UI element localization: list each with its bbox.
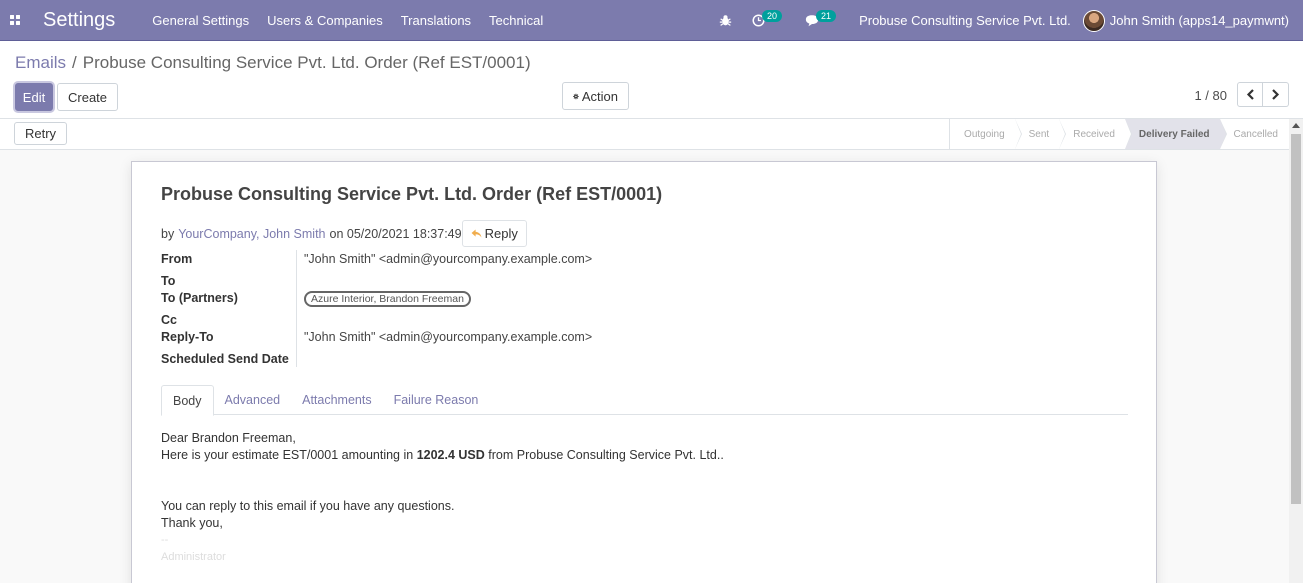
stage-cancelled[interactable]: Cancelled bbox=[1219, 119, 1288, 149]
breadcrumb-separator: / bbox=[72, 53, 77, 72]
apps-menu-icon[interactable] bbox=[0, 0, 30, 41]
activity-count-badge: 20 bbox=[762, 9, 783, 22]
form-background: Probuse Consulting Service Pvt. Ltd. Ord… bbox=[0, 150, 1289, 583]
body-signature: Administrator bbox=[161, 551, 226, 563]
menu-technical[interactable]: Technical bbox=[480, 13, 552, 28]
field-scheduled-send-date: Scheduled Send Date bbox=[161, 352, 296, 366]
app-brand[interactable]: Settings bbox=[43, 9, 115, 32]
body-line-suffix: from Probuse Consulting Service Pvt. Ltd… bbox=[484, 448, 724, 462]
body-reply-note: You can reply to this email if you have … bbox=[161, 499, 455, 513]
scheduled-send-date-label: Scheduled Send Date bbox=[161, 352, 289, 366]
user-menu[interactable]: John Smith (apps14_paymwnt) bbox=[1082, 9, 1289, 32]
menu-users-companies[interactable]: Users & Companies bbox=[258, 13, 392, 28]
to-partners-label: To (Partners) bbox=[161, 291, 238, 305]
reply-button-label: Reply bbox=[484, 226, 518, 241]
debug-bug-icon[interactable] bbox=[719, 14, 732, 27]
reply-to-label: Reply-To bbox=[161, 330, 214, 344]
retry-button[interactable]: Retry bbox=[14, 122, 68, 145]
stage-pipeline: Outgoing Sent Received Delivery Failed C… bbox=[949, 119, 1288, 149]
pager-next-button[interactable] bbox=[1263, 82, 1289, 107]
activity-clock-icon[interactable]: 20 bbox=[752, 9, 785, 27]
partner-tag[interactable]: Azure Interior, Brandon Freeman bbox=[304, 291, 471, 307]
gear-icon bbox=[573, 93, 579, 99]
from-label: From bbox=[161, 252, 193, 266]
body-greeting: Dear Brandon Freeman, bbox=[161, 431, 296, 445]
chevron-left-icon bbox=[1246, 89, 1254, 100]
user-name: John Smith (apps14_paymwnt) bbox=[1109, 13, 1289, 28]
fields-divider bbox=[296, 250, 297, 367]
breadcrumb-emails-link[interactable]: Emails bbox=[15, 53, 66, 72]
edit-button[interactable]: Edit bbox=[15, 83, 53, 111]
from-value: "John Smith" <admin@yourcompany.example.… bbox=[304, 252, 593, 266]
mail-body: Dear Brandon Freeman, Here is your estim… bbox=[161, 430, 724, 566]
tab-body[interactable]: Body bbox=[161, 385, 214, 416]
tab-failure-reason[interactable]: Failure Reason bbox=[383, 385, 490, 415]
action-button-label: Action bbox=[581, 88, 618, 104]
tab-attachments[interactable]: Attachments bbox=[291, 385, 382, 415]
user-avatar bbox=[1082, 9, 1105, 32]
field-reply-to: Reply-To "John Smith" <admin@yourcompany… bbox=[161, 330, 592, 344]
breadcrumb-current: Probuse Consulting Service Pvt. Ltd. Ord… bbox=[82, 53, 531, 72]
mail-subject-title: Probuse Consulting Service Pvt. Ltd. Ord… bbox=[161, 184, 663, 204]
body-signature-separator: -- bbox=[161, 534, 169, 546]
chevron-right-icon bbox=[1272, 89, 1280, 100]
create-button[interactable]: Create bbox=[57, 83, 119, 111]
menu-general-settings[interactable]: General Settings bbox=[143, 13, 258, 28]
stage-outgoing[interactable]: Outgoing bbox=[950, 119, 1022, 149]
scroll-up-arrow-icon[interactable] bbox=[1292, 123, 1300, 128]
vertical-scrollbar[interactable] bbox=[1289, 119, 1303, 583]
to-partners-value: Azure Interior, Brandon Freeman bbox=[304, 291, 471, 307]
stage-received[interactable]: Received bbox=[1059, 119, 1132, 149]
messages-chat-icon[interactable]: 21 bbox=[805, 9, 839, 27]
byline-prefix: by bbox=[161, 226, 175, 241]
mail-byline: by YourCompany, John Smith on 05/20/2021… bbox=[161, 220, 527, 247]
field-from: From "John Smith" <admin@yourcompany.exa… bbox=[161, 252, 592, 266]
pager-previous-button[interactable] bbox=[1237, 82, 1263, 107]
reply-arrow-icon bbox=[471, 226, 482, 241]
mail-date: on 05/20/2021 18:37:49 bbox=[329, 226, 462, 241]
action-button[interactable]: Action bbox=[562, 82, 629, 110]
control-panel: Emails / Probuse Consulting Service Pvt. L… bbox=[0, 41, 1303, 119]
mail-form-sheet: Probuse Consulting Service Pvt. Ltd. Ord… bbox=[131, 161, 1157, 583]
body-thanks: Thank you, bbox=[161, 516, 223, 530]
breadcrumb: Emails / Probuse Consulting Service Pvt. L… bbox=[15, 53, 531, 73]
main-menu: General Settings Users & Companies Trans… bbox=[143, 13, 552, 28]
menu-translations[interactable]: Translations bbox=[392, 13, 480, 28]
cc-label: Cc bbox=[161, 313, 177, 327]
reply-button[interactable]: Reply bbox=[461, 220, 527, 247]
author-link[interactable]: YourCompany, John Smith bbox=[178, 227, 325, 241]
field-to: To bbox=[161, 274, 296, 288]
notebook-tabs: Body Advanced Attachments Failure Reason bbox=[161, 385, 1128, 416]
tab-advanced[interactable]: Advanced bbox=[214, 385, 292, 415]
body-line-prefix: Here is your estimate EST/0001 amounting… bbox=[161, 448, 417, 462]
messages-count-badge: 21 bbox=[816, 9, 837, 22]
to-label: To bbox=[161, 274, 176, 288]
stage-delivery-failed[interactable]: Delivery Failed bbox=[1124, 119, 1227, 149]
scrollbar-thumb[interactable] bbox=[1291, 134, 1301, 504]
reply-to-value: "John Smith" <admin@yourcompany.example.… bbox=[304, 330, 593, 344]
field-to-partners: To (Partners) Azure Interior, Brandon Fr… bbox=[161, 291, 471, 307]
body-line-estimate: Here is your estimate EST/0001 amounting… bbox=[161, 447, 724, 464]
status-bar: Retry Outgoing Sent Received Delivery Fa… bbox=[0, 119, 1303, 150]
pager-value[interactable]: 1 / 80 bbox=[1194, 88, 1227, 103]
body-amount: 1202.4 USD bbox=[416, 448, 485, 462]
top-navbar: Settings General Settings Users & Compan… bbox=[0, 0, 1303, 41]
field-cc: Cc bbox=[161, 313, 296, 327]
company-switcher[interactable]: Probuse Consulting Service Pvt. Ltd. bbox=[859, 13, 1071, 28]
